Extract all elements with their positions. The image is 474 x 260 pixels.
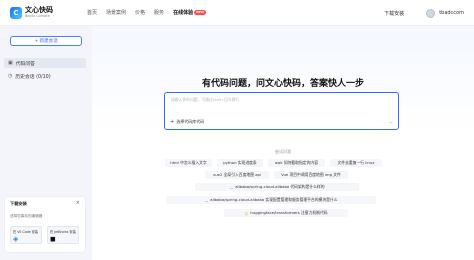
install-jetbrains-button[interactable]: 在 JetBrains 安装 ◼ — [47, 226, 79, 244]
sidebar-item-label: 历史会话 (0/10) — [15, 74, 51, 80]
avatar[interactable] — [426, 8, 436, 18]
nav-service[interactable]: 服务 — [154, 9, 164, 16]
suggestion-chip-label: huggingface/transformers 注意力机制代码 — [250, 210, 328, 215]
suggestion-chip[interactable]: Vue 项目中调用百度地图 img 文件 — [274, 171, 348, 179]
new-badge: NEW — [194, 9, 206, 15]
download-card: 下载安装 × 选择您喜欢的编辑器 在 VS Code 安装 ◈ 在 JetBra… — [5, 197, 85, 252]
username[interactable]: tbadccom — [439, 10, 464, 16]
install-jetbrains-label: 在 JetBrains 安装 — [50, 230, 76, 234]
brand-title: 文心快码 — [25, 5, 53, 14]
send-icon[interactable]: ↵ — [390, 120, 393, 125]
sidebar-item-history[interactable]: ◷ 历史会话 (0/10) — [4, 71, 86, 81]
logo[interactable]: C 文心快码 Baidu Comate — [10, 5, 70, 19]
question-input[interactable]: 请输入你的问题，可通过shift+回车换行 + 选择代码库代码 ↵ — [164, 92, 399, 130]
sidebar-item-label: 代码问答 — [15, 61, 35, 67]
nav-online-trial-label: 在线体验 — [173, 10, 194, 16]
suggestion-chip-label: alibaba/spring-cloud-alibaba 代码架构是什么样的 — [235, 184, 325, 189]
suggestion-chip[interactable]: ☺ huggingface/transformers 注意力机制代码 — [224, 209, 348, 217]
suggestion-chip[interactable]: vue2 全局引入百度地图 api — [205, 171, 269, 179]
suggestion-chip[interactable]: — alibaba/spring-cloud-alibaba 代码架构是什么样的 — [195, 183, 359, 191]
select-code-label: 选择代码库代码 — [176, 119, 205, 124]
download-card-title: 下载安装 — [10, 201, 27, 206]
suggestion-chip[interactable]: python 实现进度条 — [217, 159, 263, 167]
suggestion-chip[interactable]: html 中怎么插入文字 — [165, 159, 212, 167]
select-code-button[interactable]: + 选择代码库代码 — [170, 119, 204, 125]
close-icon[interactable]: × — [76, 200, 80, 206]
download-card-subtitle: 选择您喜欢的编辑器 — [10, 214, 43, 218]
top-navigation-bar: C 文心快码 Baidu Comate 首页 场景案例 价格 服务 在线体验 NE… — [0, 0, 474, 26]
repo-icon: — — [204, 197, 209, 203]
sidebar-item-code-qa[interactable]: ▣ 代码问答 — [4, 58, 86, 68]
sidebar: + 新建会话 ▣ 代码问答 ◷ 历史会话 (0/10) 下载安装 × 选择您喜欢… — [0, 26, 92, 260]
install-vscode-button[interactable]: 在 VS Code 安装 ◈ — [10, 226, 42, 244]
main-content: 有代码问题，问文心快码，答案快人一步 请输入你的问题，可通过shift+回车换行… — [92, 26, 474, 260]
suggestion-chip-label: alibaba/spring-cloud-alibaba 实现配置管理和服务管理… — [210, 197, 338, 202]
nav-pricing[interactable]: 价格 — [135, 9, 145, 16]
suggestion-chip[interactable]: 文件去重复一行 linux — [330, 159, 382, 167]
question-placeholder: 请输入你的问题，可通过shift+回车换行 — [171, 97, 240, 102]
history-icon: ◷ — [8, 73, 13, 79]
logo-mark-icon: C — [10, 6, 22, 19]
repo-icon: — — [229, 184, 234, 190]
suggestion-chip[interactable]: — alibaba/spring-cloud-alibaba 实现配置管理和服务管… — [166, 196, 376, 204]
brand-subtitle: Baidu Comate — [25, 13, 50, 18]
plus-icon: + — [170, 119, 175, 125]
try-ask-title: 尝试问我 — [275, 149, 291, 154]
new-chat-button[interactable]: + 新建会话 — [10, 36, 82, 46]
huggingface-icon: ☺ — [244, 210, 249, 216]
vscode-icon: ◈ — [13, 235, 19, 243]
download-link[interactable]: 下载安装 — [384, 10, 404, 17]
nav-home[interactable]: 首页 — [87, 9, 97, 16]
nav-cases[interactable]: 场景案例 — [106, 9, 126, 16]
main-nav: 首页 场景案例 价格 服务 在线体验 NEW — [87, 9, 215, 16]
jetbrains-icon: ◼ — [50, 235, 56, 243]
install-vscode-label: 在 VS Code 安装 — [13, 230, 38, 234]
suggestion-chip[interactable]: awk 如何截取指定的内容 — [268, 159, 325, 167]
nav-online-trial[interactable]: 在线体验 NEW — [173, 9, 206, 16]
page-title: 有代码问题，问文心快码，答案快人一步 — [201, 79, 364, 89]
code-qa-icon: ▣ — [8, 60, 13, 66]
